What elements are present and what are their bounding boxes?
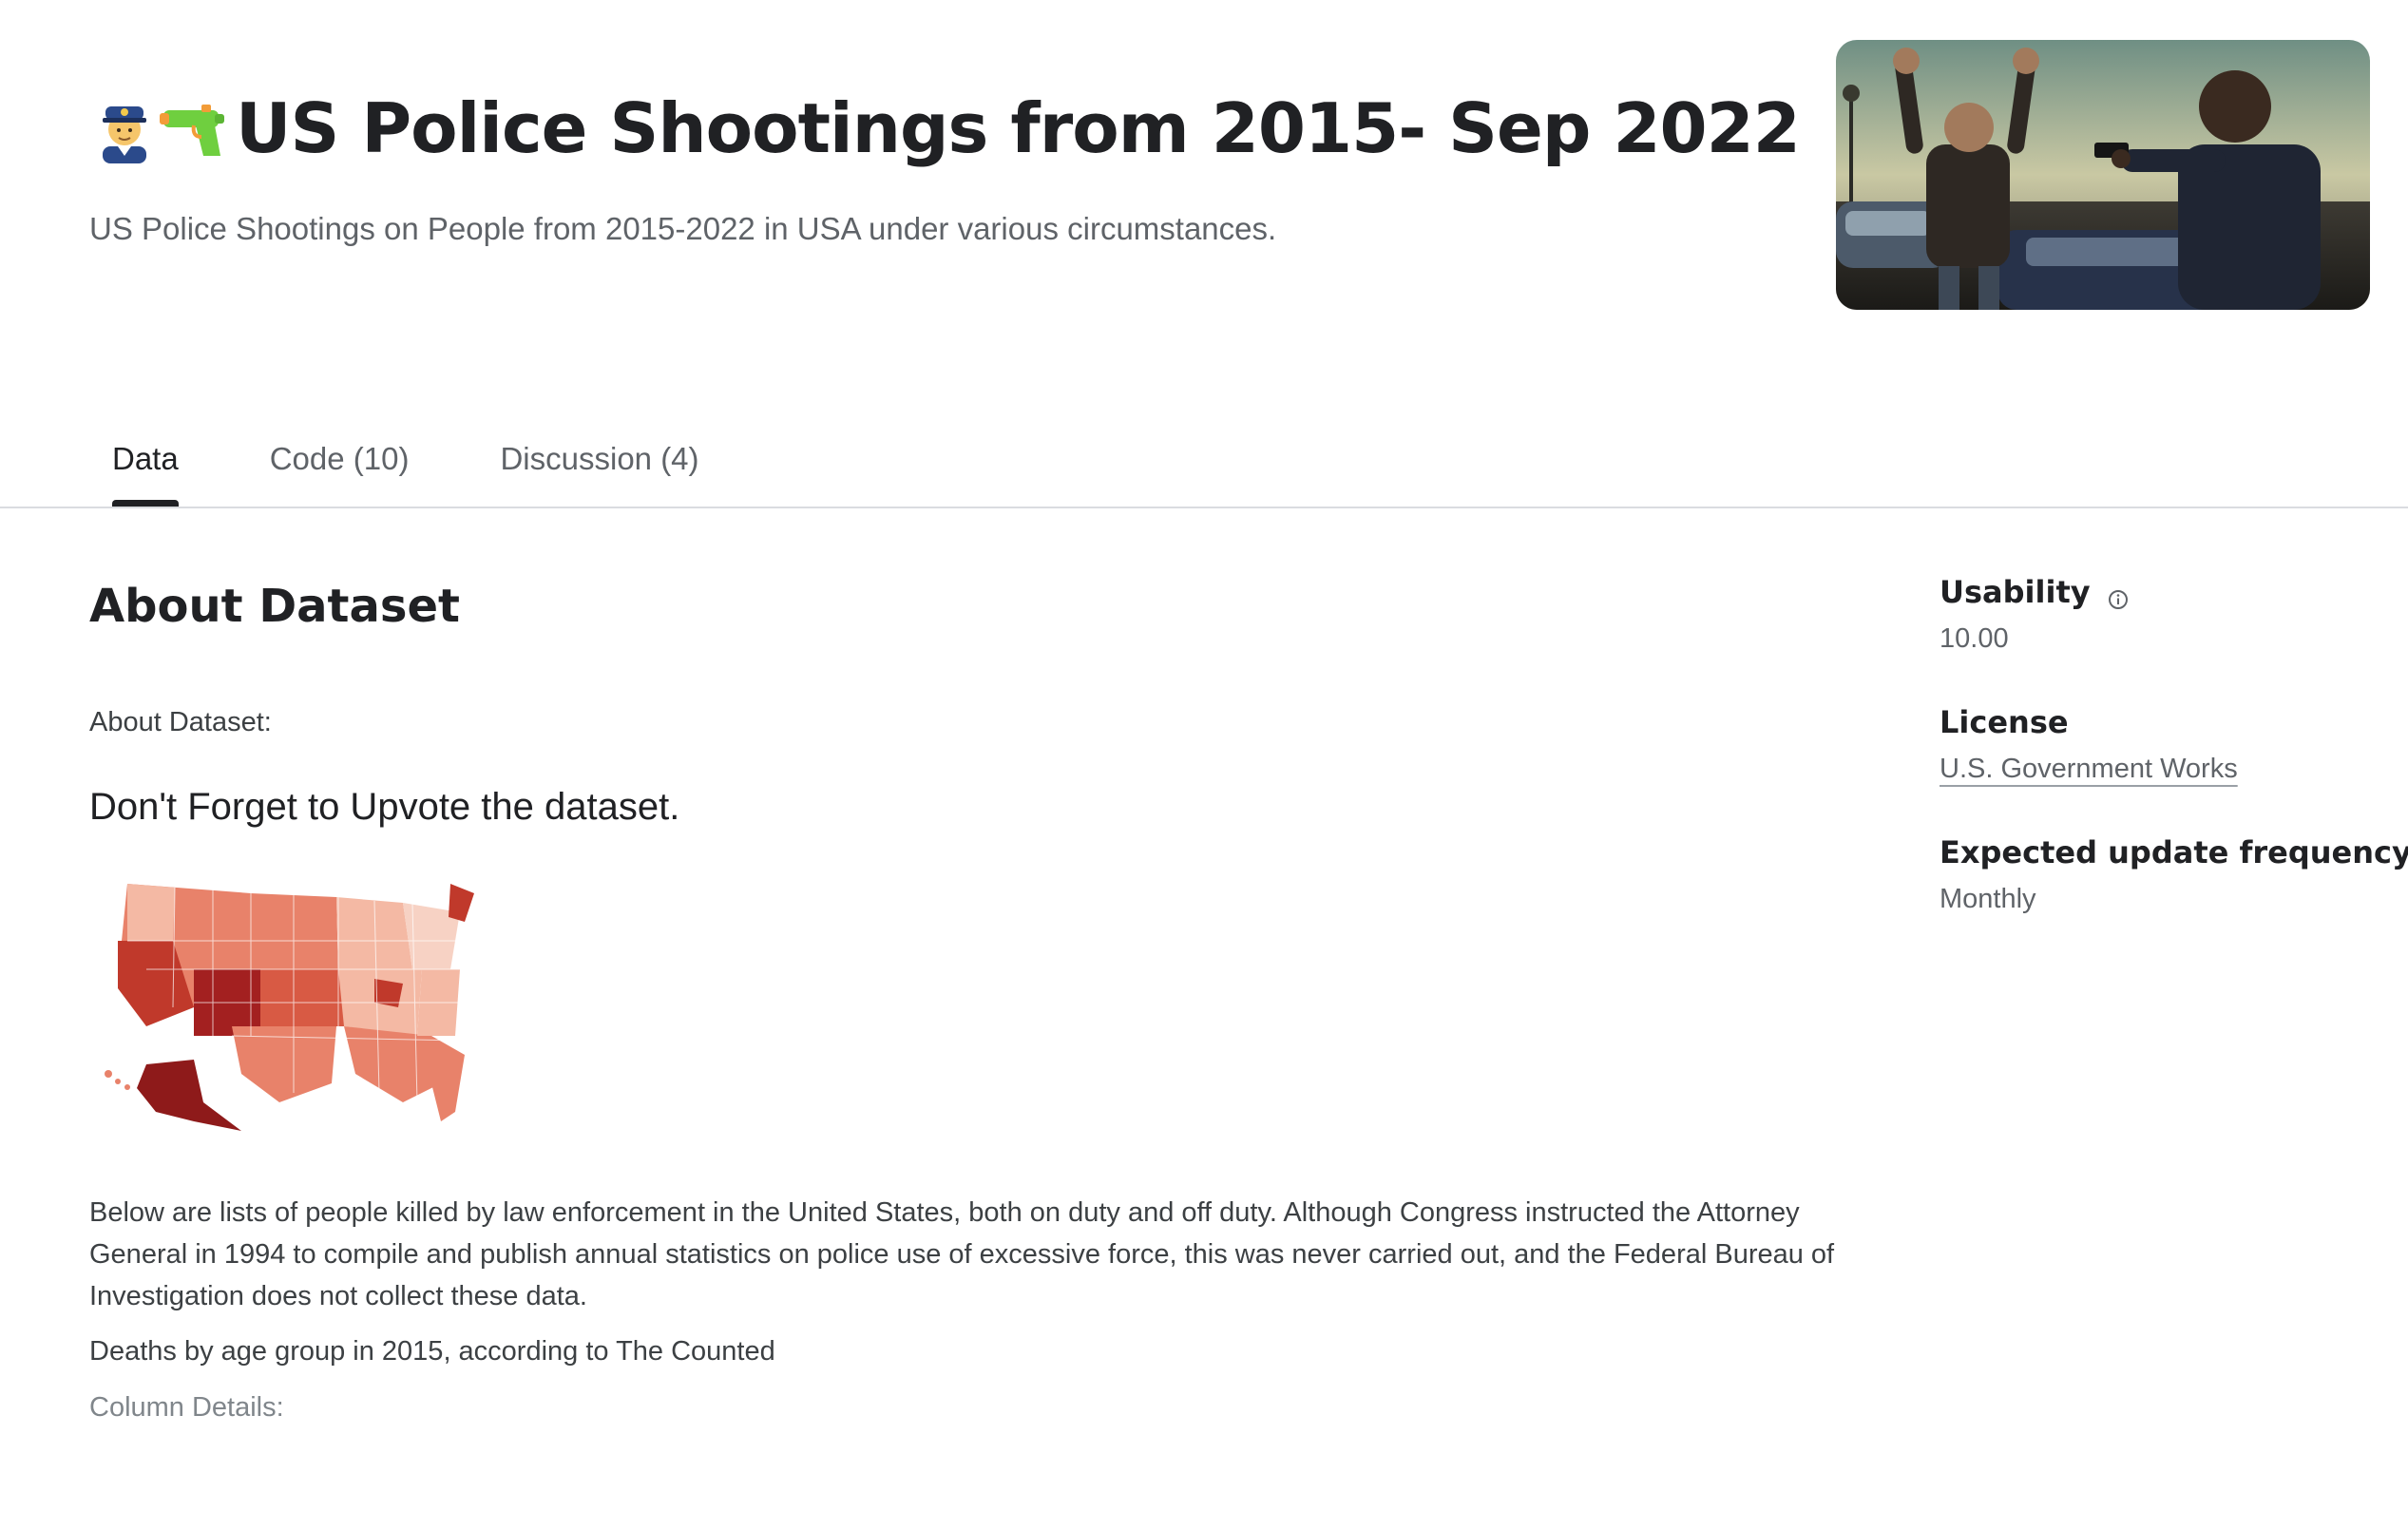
about-dataset-section: About Dataset About Dataset: Don't Forge… <box>89 561 1895 1424</box>
tab-data[interactable]: Data <box>89 428 201 507</box>
update-frequency-label: Expected update frequency <box>1940 834 2408 870</box>
usability-label-row: Usability <box>1940 574 2386 610</box>
dataset-tabs: Data Code (10) Discussion (4) <box>89 428 768 507</box>
description-paragraph: Below are lists of people killed by law … <box>89 1197 1835 1311</box>
license-label: License <box>1940 704 2069 740</box>
metadata-sidebar: Usability 10.00 License U.S. Government … <box>1940 574 2408 965</box>
update-frequency-value: Monthly <box>1940 884 2036 914</box>
usability-block: Usability 10.00 <box>1940 574 2386 655</box>
section-title: About Dataset <box>89 580 460 633</box>
column-details-heading: Column Details: <box>89 1392 284 1423</box>
upvote-heading: Don't Forget to Upvote the dataset. <box>89 786 680 828</box>
title-row: US Police Shootings from 2015- Sep 2022 <box>89 67 1801 190</box>
update-frequency-block: Expected update frequency Monthly <box>1940 834 2408 915</box>
tab-code[interactable]: Code (10) <box>247 428 432 507</box>
license-block: License U.S. Government Works <box>1940 704 2386 785</box>
license-link[interactable]: U.S. Government Works <box>1940 754 2238 785</box>
info-icon[interactable] <box>2108 582 2129 609</box>
tab-divider <box>0 507 2408 508</box>
page-title: US Police Shootings from 2015- Sep 2022 <box>236 88 1801 168</box>
us-police-killings-map <box>89 865 488 1150</box>
tab-discussion[interactable]: Discussion (4) <box>477 428 721 507</box>
usability-label: Usability <box>1940 574 2091 610</box>
deaths-by-age-line: Deaths by age group in 2015, according t… <box>89 1336 775 1367</box>
dataset-header: US Police Shootings from 2015- Sep 2022 … <box>89 67 1801 247</box>
water-pistol-icon <box>160 93 230 163</box>
dataset-cover-image <box>1836 40 2370 310</box>
police-officer-icon <box>89 93 160 163</box>
about-label: About Dataset: <box>89 707 272 737</box>
usability-value: 10.00 <box>1940 623 2009 654</box>
page-subtitle: US Police Shootings on People from 2015-… <box>89 211 1277 246</box>
